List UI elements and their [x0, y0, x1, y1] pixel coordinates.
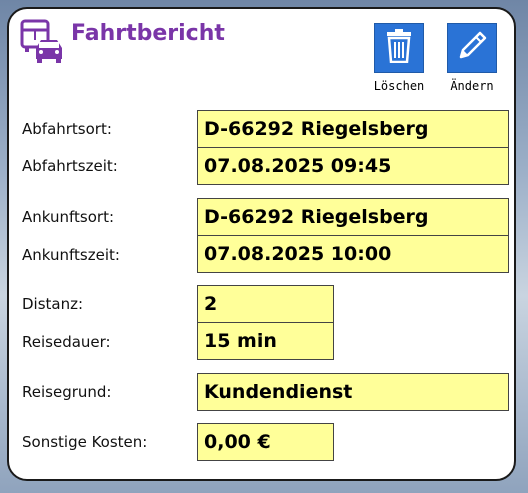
field-reisedauer: 15 min — [197, 322, 334, 360]
bus-car-icon — [19, 18, 65, 66]
trash-icon — [384, 29, 414, 67]
field-abfahrtszeit: 07.08.2025 09:45 — [197, 147, 509, 185]
field-ankunftszeit: 07.08.2025 10:00 — [197, 235, 509, 273]
label-ankunftsort: Ankunftsort: — [22, 208, 114, 226]
page-title: Fahrtbericht — [71, 21, 225, 46]
field-reisegrund: Kundendienst — [197, 373, 509, 411]
delete-button[interactable] — [374, 23, 424, 73]
field-ankunftsort: D-66292 Riegelsberg — [197, 198, 509, 236]
delete-label[interactable]: Löschen — [373, 79, 425, 93]
trip-report-card: Fahrtbericht Löschen Ändern Abfahrtsort:… — [7, 7, 516, 481]
label-abfahrtszeit: Abfahrtszeit: — [22, 157, 118, 175]
label-reisegrund: Reisegrund: — [22, 383, 112, 401]
label-ankunftszeit: Ankunftszeit: — [22, 246, 120, 264]
edit-button[interactable] — [447, 23, 497, 73]
delete-action[interactable]: Löschen — [373, 23, 425, 93]
edit-action[interactable]: Ändern — [446, 23, 498, 93]
field-sonstige-kosten: 0,00 € — [197, 423, 334, 461]
label-distanz: Distanz: — [22, 295, 84, 313]
label-sonstige-kosten: Sonstige Kosten: — [22, 433, 148, 451]
edit-label[interactable]: Ändern — [446, 79, 498, 93]
field-distanz: 2 — [197, 285, 334, 323]
pencil-icon — [455, 29, 489, 67]
label-abfahrtsort: Abfahrtsort: — [22, 120, 112, 138]
label-reisedauer: Reisedauer: — [22, 333, 111, 351]
field-abfahrtsort: D-66292 Riegelsberg — [197, 110, 509, 148]
